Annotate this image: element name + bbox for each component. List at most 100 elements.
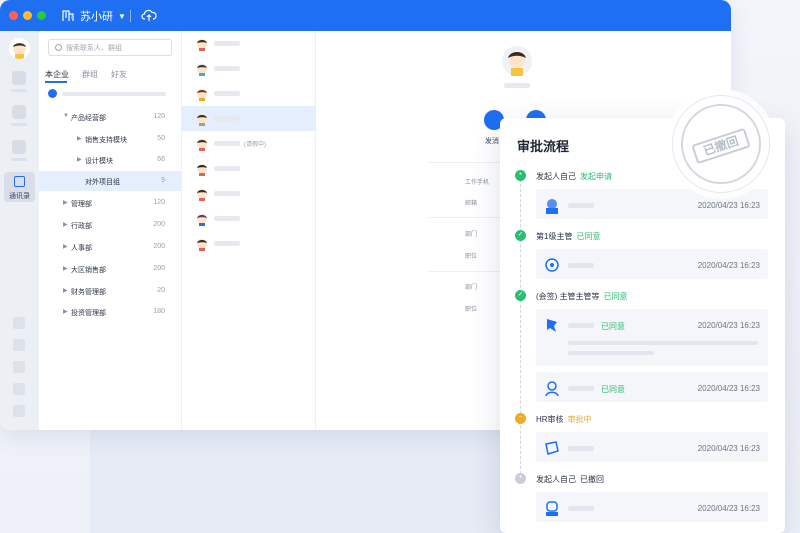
rail-tool-item[interactable] <box>13 339 25 351</box>
member-row[interactable] <box>182 231 316 256</box>
tree-row[interactable]: ▶ 人事部 200 <box>39 237 182 257</box>
field-label: 部门 <box>465 232 478 238</box>
approver-name <box>568 446 594 451</box>
approval-entry[interactable]: 已同意 2020/04/23 16:23 <box>536 309 768 366</box>
approval-entry[interactable]: 2020/04/23 16:23 <box>536 249 768 279</box>
member-avatar <box>197 189 207 201</box>
entry-date: 2020/04/23 16:23 <box>697 261 760 270</box>
user-avatar[interactable] <box>9 38 30 59</box>
tree-row-selected[interactable]: 对外项目组 9 <box>39 171 182 191</box>
tab-groups[interactable]: 群组 <box>82 69 98 80</box>
tree-row[interactable]: ▶ 销售支持模块 50 <box>39 129 182 149</box>
rail-nav-item[interactable] <box>12 140 26 154</box>
tree-row[interactable]: ▶ 大区销售部 200 <box>39 259 182 279</box>
tab-company[interactable]: 本企业 <box>45 69 69 80</box>
tree-row[interactable]: ▶ 设计模块 66 <box>39 150 182 170</box>
approver-avatar <box>546 501 558 516</box>
member-row[interactable] <box>182 181 316 206</box>
org-switcher[interactable]: 苏小研 ▼ <box>62 7 126 25</box>
step-title: 发起人自己 发起申请 <box>536 172 612 181</box>
approval-entry[interactable]: 2020/04/23 16:23 <box>536 492 768 522</box>
approver-avatar <box>545 441 559 455</box>
chevron-down-icon: ▼ <box>63 113 69 119</box>
member-name <box>214 66 240 71</box>
member-avatar <box>197 89 207 101</box>
member-row[interactable] <box>182 81 316 106</box>
step-title: HR审核 审批中 <box>536 415 592 424</box>
tree-row[interactable]: ▶ 财务管理部 20 <box>39 281 182 301</box>
tree-row-count: 50 <box>157 135 165 142</box>
tree-row-count: 180 <box>153 308 165 315</box>
rail-tool-item[interactable] <box>13 383 25 395</box>
minimize-window-button[interactable] <box>23 11 32 20</box>
member-row[interactable] <box>182 206 316 231</box>
close-window-button[interactable] <box>9 11 18 20</box>
tree-row[interactable]: ▼ 产品经营部 120 <box>39 107 182 127</box>
search-input[interactable]: 搜索联系人、群组 <box>48 39 172 56</box>
member-row[interactable] <box>182 31 316 56</box>
tree-row[interactable]: ▶ 投资管理部 180 <box>39 302 182 322</box>
approver-name <box>568 386 594 391</box>
member-avatar <box>197 139 207 151</box>
member-avatar <box>197 64 207 76</box>
search-icon <box>55 44 62 51</box>
rail-tool-item[interactable] <box>13 405 25 417</box>
tree-row[interactable]: ▶ 行政部 200 <box>39 215 182 235</box>
approver-avatar <box>546 199 558 214</box>
member-row[interactable]: (请假中) <box>182 131 316 156</box>
chevron-right-icon: ▶ <box>63 200 68 206</box>
rail-nav-item[interactable] <box>12 71 26 85</box>
org-root-row[interactable] <box>48 89 174 99</box>
maximize-window-button[interactable] <box>37 11 46 20</box>
message-button-label: 发消 <box>485 138 499 145</box>
approver-name <box>568 203 594 208</box>
rail-tool-item[interactable] <box>13 317 25 329</box>
field-label: 邮箱 <box>465 201 478 207</box>
rail-nav-item[interactable] <box>12 105 26 119</box>
approver-avatar <box>545 381 559 397</box>
background-shape <box>90 430 510 533</box>
org-name: 苏小研 <box>80 11 113 23</box>
member-avatar <box>197 114 207 126</box>
left-rail: 通讯录 <box>0 31 39 430</box>
tree-row[interactable]: ▶ 管理部 120 <box>39 193 182 213</box>
entry-date: 2020/04/23 16:23 <box>697 384 760 393</box>
active-tab-indicator <box>45 81 67 83</box>
approval-entry[interactable]: 已同意 2020/04/23 16:23 <box>536 372 768 402</box>
member-avatar <box>197 239 207 251</box>
pending-icon: − <box>515 413 526 424</box>
chevron-right-icon: ▶ <box>63 244 68 250</box>
approver-name <box>568 263 594 268</box>
org-root-name <box>62 92 166 96</box>
search-placeholder: 搜索联系人、群组 <box>66 44 122 52</box>
member-row-selected[interactable] <box>182 106 316 131</box>
member-name <box>214 216 240 221</box>
member-row[interactable] <box>182 56 316 81</box>
entry-status: 已同意 <box>601 385 625 394</box>
rail-nav-label <box>11 158 27 161</box>
tree-row-label: 销售支持模块 <box>85 137 127 144</box>
tab-friends[interactable]: 好友 <box>111 69 127 80</box>
member-row[interactable] <box>182 156 316 181</box>
approval-entry[interactable]: 2020/04/23 16:23 <box>536 189 768 219</box>
cloud-upload-icon[interactable] <box>141 8 157 22</box>
chevron-down-icon: ▼ <box>118 11 126 21</box>
rail-nav-label <box>11 123 27 126</box>
member-avatar <box>197 39 207 51</box>
contacts-icon <box>14 176 25 187</box>
chevron-right-icon: ▶ <box>63 222 68 228</box>
approval-entry[interactable]: 2020/04/23 16:23 <box>536 432 768 462</box>
profile-name <box>504 83 530 88</box>
member-name <box>214 191 240 196</box>
member-avatar <box>197 214 207 226</box>
tree-row-count: 200 <box>153 221 165 228</box>
tree-row-label: 行政部 <box>71 223 92 230</box>
rail-tool-item[interactable] <box>13 361 25 373</box>
field-label: 职位 <box>465 307 478 313</box>
profile-avatar <box>502 46 532 76</box>
member-name <box>214 141 240 146</box>
member-name <box>214 116 240 121</box>
member-avatar <box>197 164 207 176</box>
member-name <box>214 41 240 46</box>
rail-nav-label <box>11 89 27 92</box>
